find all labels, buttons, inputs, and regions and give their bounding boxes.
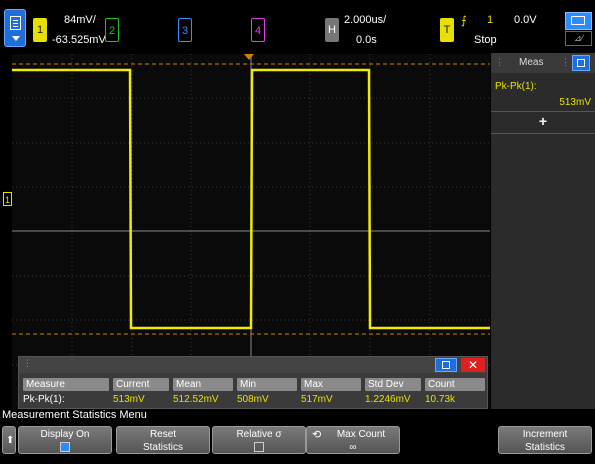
statistics-menu-icon[interactable]	[435, 358, 457, 372]
divider	[491, 111, 595, 112]
drag-handle-icon[interactable]: ⋮	[495, 57, 504, 68]
col-header-measure: Measure	[23, 378, 109, 391]
horizontal-tab[interactable]: H	[325, 18, 339, 42]
measurement-sidebar: ⋮ Meas ⋮ Pk-Pk(1): 513mV +	[491, 53, 595, 409]
stats-cell-mean: 512.52mV	[173, 394, 219, 405]
max-count-value: ∞	[349, 442, 357, 453]
sidebar-menu-icon[interactable]	[572, 55, 590, 71]
col-header-current: Current	[113, 378, 169, 391]
measurement-label[interactable]: Pk-Pk(1):	[495, 81, 537, 92]
trigger-source[interactable]: 1	[487, 14, 493, 26]
back-button[interactable]: ⬆	[2, 426, 16, 454]
delta-cursor-icon: ⊿⁄	[565, 31, 592, 46]
softkey-label-2: Statistics	[142, 442, 183, 453]
display-on-checkbox[interactable]	[60, 442, 70, 452]
softkey-label: Display On	[40, 429, 90, 440]
channel-3-tab[interactable]: 3	[178, 18, 192, 42]
softkey-label-2: Statistics	[524, 442, 565, 453]
col-header-mean: Mean	[173, 378, 233, 391]
sidebar-header: ⋮ Meas ⋮	[491, 53, 595, 73]
screen-icon	[565, 12, 592, 30]
trigger-level[interactable]: 0.0V	[514, 14, 537, 26]
up-arrow-icon: ⬆	[6, 435, 15, 446]
run-status: Stop	[474, 34, 497, 46]
display-on-softkey[interactable]: Display On	[18, 426, 112, 454]
menu-icon	[10, 16, 21, 30]
close-icon[interactable]: ✕	[461, 358, 485, 372]
chevron-down-icon	[12, 36, 20, 41]
trigger-slope-icon: ⨍	[461, 15, 467, 27]
stats-cell-measure: Pk-Pk(1):	[23, 394, 65, 405]
softkey-label: Increment	[522, 429, 568, 440]
measurement-value: 513mV	[559, 97, 591, 108]
col-header-min: Min	[237, 378, 297, 391]
channel-1-tab[interactable]: 1	[33, 18, 47, 42]
col-header-std-dev: Std Dev	[365, 378, 421, 391]
measurement-statistics-panel: ⋮ ✕ Measure Current Mean Min Max Std Dev…	[18, 356, 488, 409]
stats-cell-current: 513mV	[113, 394, 145, 405]
increment-statistics-softkey[interactable]: Increment Statistics	[498, 426, 592, 454]
drag-handle-icon[interactable]: ⋮	[23, 358, 32, 369]
softkey-label: Relative σ	[236, 429, 282, 440]
relative-sigma-softkey[interactable]: Relative σ	[212, 426, 306, 454]
trigger-tab[interactable]: T	[440, 18, 454, 42]
softkey-menu-title: Measurement Statistics Menu	[2, 409, 147, 421]
channel-1-offset[interactable]: -63.525mV	[52, 34, 106, 46]
divider	[491, 133, 595, 134]
horizontal-delay[interactable]: 0.0s	[356, 34, 377, 46]
col-header-max: Max	[301, 378, 361, 391]
reset-statistics-softkey[interactable]: Reset Statistics	[116, 426, 210, 454]
stats-cell-count: 10.73k	[425, 394, 456, 405]
stats-cell-min: 508mV	[237, 394, 269, 405]
softkey-label: Reset	[149, 429, 177, 440]
statistics-titlebar[interactable]: ⋮ ✕	[19, 357, 487, 373]
main-menu-button[interactable]	[4, 9, 26, 47]
channel-1-trace	[12, 68, 490, 330]
relative-sigma-checkbox[interactable]	[254, 442, 264, 452]
sidebar-title: Meas	[519, 57, 544, 68]
channel-2-tab[interactable]: 2	[105, 18, 119, 42]
channel-1-ground-marker[interactable]: 1	[3, 192, 12, 206]
channel-1-scale[interactable]: 84mV/	[64, 14, 96, 26]
add-measurement-button[interactable]: +	[491, 113, 595, 131]
col-header-count: Count	[425, 378, 485, 391]
trigger-position-marker	[244, 54, 254, 60]
stats-cell-max: 517mV	[301, 394, 333, 405]
channel-4-tab[interactable]: 4	[251, 18, 265, 42]
drag-handle-icon[interactable]: ⋮	[561, 57, 570, 68]
stats-cell-std-dev: 1.2246mV	[365, 394, 411, 405]
max-count-softkey[interactable]: ⟲ Max Count ∞	[306, 426, 400, 454]
softkey-label: Max Count	[336, 429, 386, 440]
horizontal-scale[interactable]: 2.000us/	[344, 14, 386, 26]
display-mode-button[interactable]: ⊿⁄	[565, 12, 592, 46]
